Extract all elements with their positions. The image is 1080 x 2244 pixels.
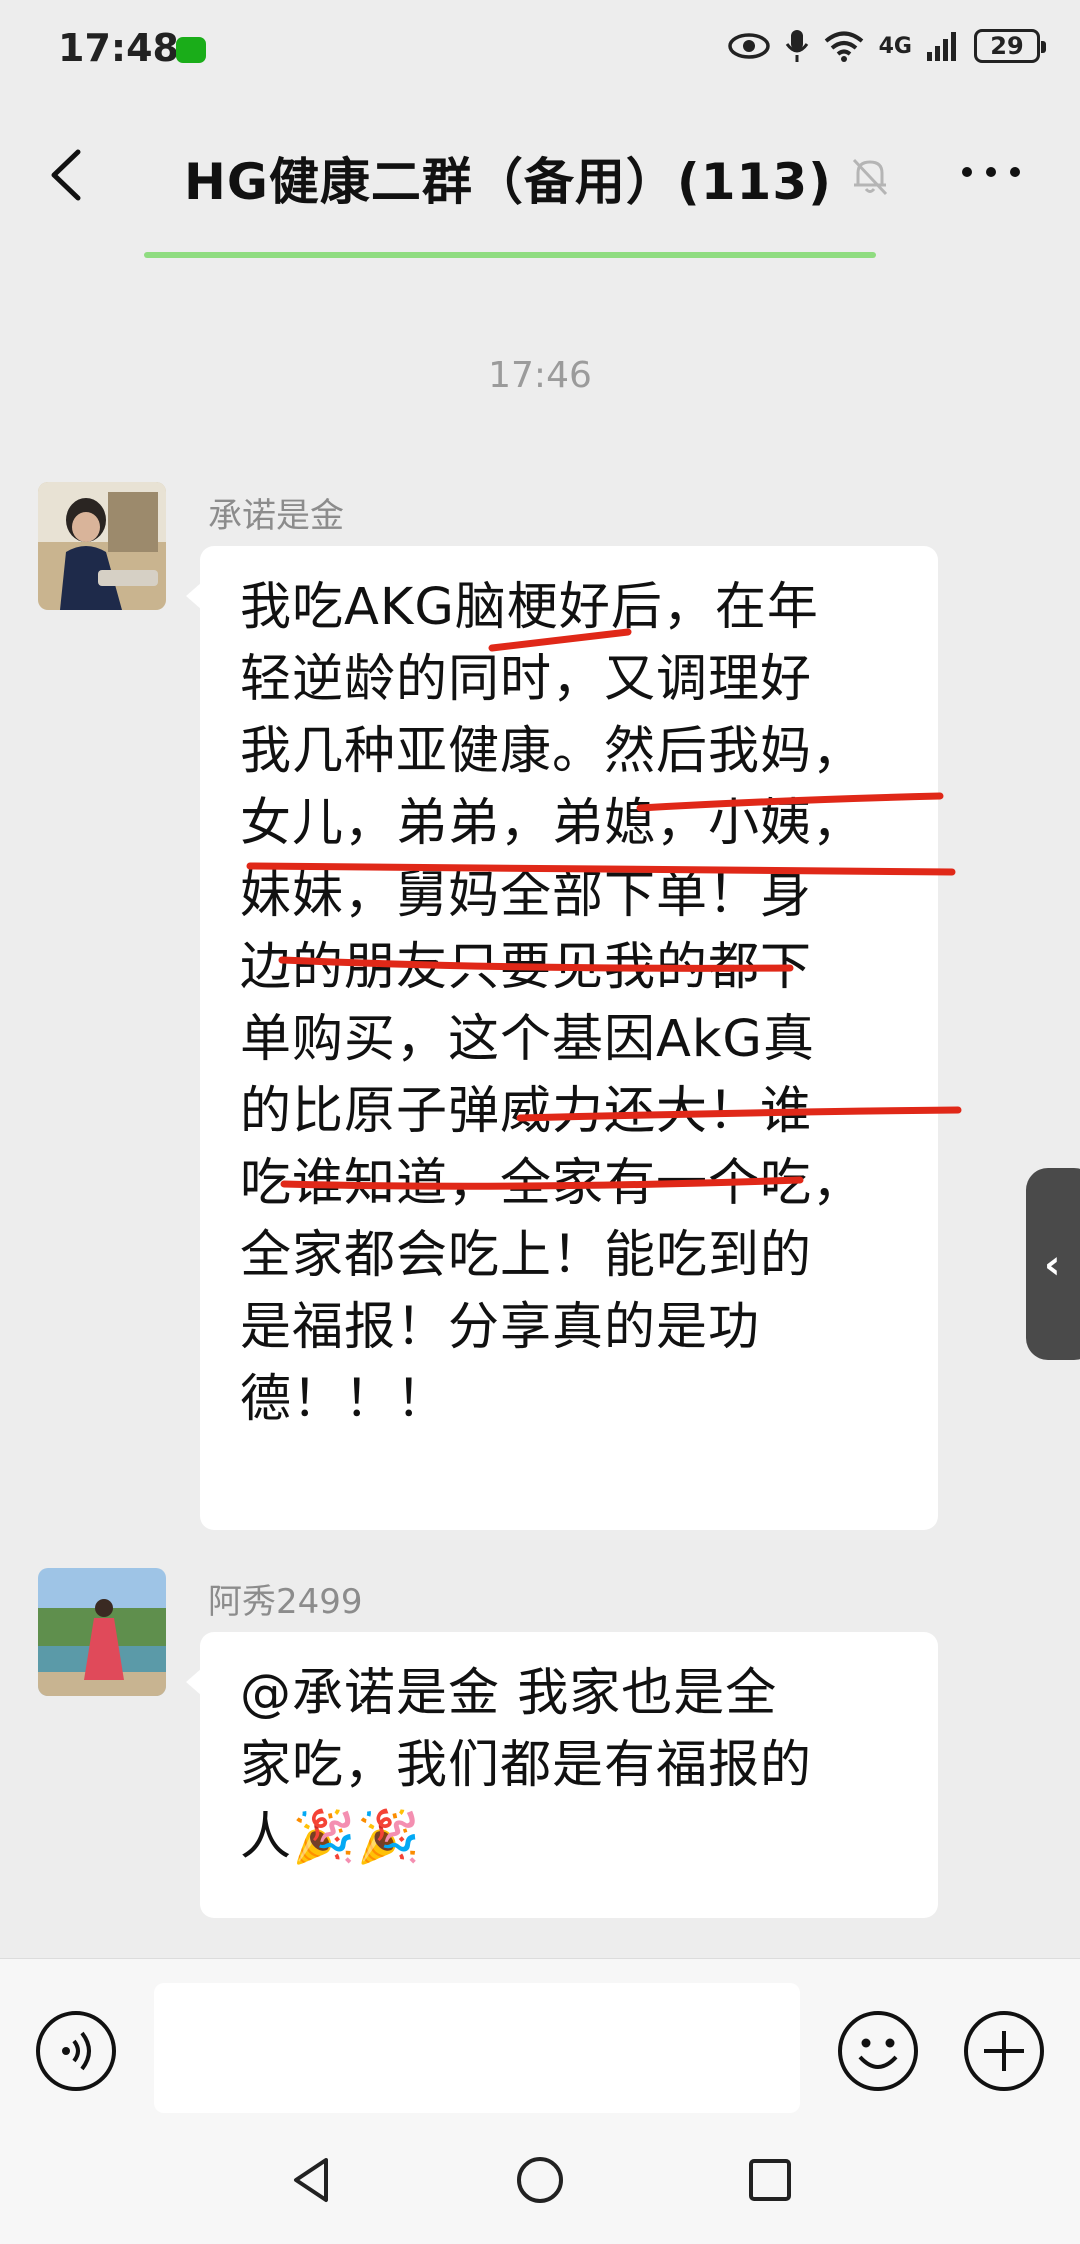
plus-icon[interactable] (962, 2009, 1046, 2093)
status-icons: 4G 29 (727, 28, 1046, 64)
emoji-icon[interactable] (836, 2009, 920, 2093)
message-line: @承诺是金 我家也是全 (240, 1664, 778, 1723)
avatar[interactable] (38, 1568, 166, 1696)
header-accent-line (144, 252, 876, 258)
side-panel-tab[interactable]: ‹ (1026, 1168, 1080, 1360)
sender-name: 承诺是金 (208, 496, 344, 536)
sender-name: 阿秀2499 (208, 1582, 363, 1622)
nav-back-icon[interactable] (286, 2154, 338, 2206)
avatar[interactable] (38, 482, 166, 610)
message-line: 单购买，这个基因AkG真 (240, 1010, 815, 1069)
message-line: 家吃，我们都是有福报的 (240, 1736, 813, 1795)
chat-timestamp: 17:46 (488, 355, 592, 396)
wechat-notification-icon (176, 37, 206, 63)
eye-icon (727, 33, 770, 59)
system-nav-bar (0, 2118, 1080, 2244)
more-options-icon[interactable] (956, 152, 1026, 192)
message-line: 我吃AKG脑梗好后，在年 (240, 578, 819, 637)
message-bubble[interactable]: @承诺是金 我家也是全 家吃，我们都是有福报的 人🎉🎉 (186, 1632, 938, 1918)
message-bubble[interactable]: 我吃AKG脑梗好后，在年 轻逆龄的同时，又调理好 我几种亚健康。然后我妈， 女儿… (186, 546, 938, 1530)
message-line: 是福报！分享真的是功 (240, 1298, 761, 1357)
mute-bell-icon (852, 158, 888, 196)
battery-indicator: 29 (974, 29, 1046, 63)
message-line: 的比原子弹威力还大！谁 (240, 1082, 813, 1141)
message-line: 我几种亚健康。然后我妈， (240, 722, 865, 781)
chat-title: HG健康二群（备用）(113) (184, 153, 832, 211)
chevron-left-icon: ‹ (1044, 1242, 1061, 1288)
nav-recent-apps-icon[interactable] (746, 2156, 794, 2204)
wifi-icon (824, 31, 863, 62)
status-bar: 17:48 4G 29 (0, 0, 1080, 100)
message-line: 人🎉🎉 (240, 1808, 422, 1867)
message-line: 轻逆龄的同时，又调理好 (240, 650, 813, 709)
signal-icon (927, 32, 956, 61)
back-arrow-icon[interactable] (40, 140, 100, 210)
message-line: 妹妹，舅妈全部下单！身 (240, 866, 813, 925)
input-bar (0, 1958, 1080, 2119)
chat-header: HG健康二群（备用）(113) (0, 100, 1080, 248)
message-line: 全家都会吃上！能吃到的 (240, 1226, 813, 1285)
network-type: 4G (878, 33, 912, 59)
microphone-icon (785, 30, 808, 62)
message-line: 边的朋友只要见我的都下 (240, 938, 813, 997)
message-line: 女儿，弟弟，弟媳，小姨， (240, 794, 865, 853)
voice-input-icon[interactable] (34, 2009, 118, 2093)
nav-home-icon[interactable] (514, 2154, 566, 2206)
message-line: 吃谁知道，全家有一个吃， (240, 1154, 865, 1213)
message-line: 德！！！ (240, 1370, 449, 1429)
message-input[interactable] (154, 1983, 800, 2113)
status-time: 17:48 (58, 26, 179, 70)
